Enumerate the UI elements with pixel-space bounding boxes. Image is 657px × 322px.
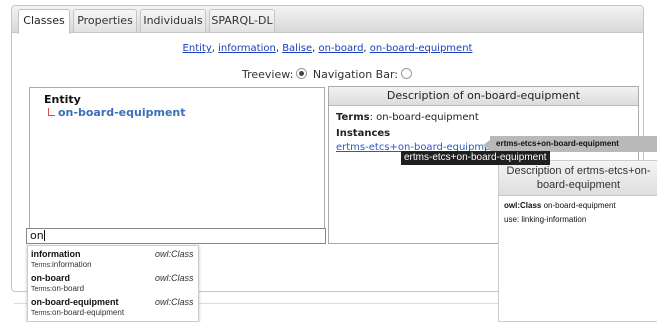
navbar-radio[interactable] [401, 68, 413, 79]
terms-value: information [52, 260, 92, 269]
autocomplete-item[interactable]: information owl:Class Terms:information [28, 246, 198, 270]
autocomplete-item-type: owl:Class [155, 297, 194, 307]
popup-class-label: owl:Class [504, 201, 542, 210]
class-tree-panel: Entity on-board-equipment [29, 87, 325, 239]
tab-properties[interactable]: Properties [73, 9, 137, 32]
class-search-input[interactable]: on [26, 228, 326, 244]
tree-root-entity[interactable]: Entity [44, 93, 81, 106]
terms-prefix: Terms: [31, 286, 52, 293]
terms-value: : on-board-equipment [369, 112, 479, 123]
tab-individuals[interactable]: Individuals [140, 9, 206, 32]
breadcrumb-entity[interactable]: Entity [183, 43, 212, 54]
terms-prefix: Terms: [31, 262, 52, 269]
tree-connector [48, 108, 55, 116]
tab-classes[interactable]: Classes [18, 9, 70, 34]
tab-sparql-dl[interactable]: SPARQL-DL [209, 9, 275, 32]
breadcrumb-balise[interactable]: Balise [282, 43, 312, 54]
terms-value: on-board-equipment [52, 308, 125, 317]
autocomplete-item-name: on-board-equipment [31, 297, 119, 307]
autocomplete-item-type: owl:Class [155, 273, 194, 283]
autocomplete-item-terms: Terms:information [31, 260, 92, 269]
autocomplete-item[interactable]: on-board-equipment owl:Class Terms:on-bo… [28, 294, 198, 318]
autocomplete-item-type: owl:Class [155, 249, 194, 259]
terms-value: on-board [52, 284, 85, 293]
tree-node-on-board-equipment[interactable]: on-board-equipment [58, 106, 186, 119]
description-terms: Terms: on-board-equipment [336, 112, 479, 123]
autocomplete-item-terms: Terms:on-board-equipment [31, 308, 124, 317]
hover-label: ertms-etcs+on-board-equipment [490, 136, 657, 152]
terms-label: Terms [336, 112, 370, 123]
treeview-radio[interactable] [296, 68, 308, 79]
description-title: Description of on-board-equipment [329, 87, 638, 106]
popup-title: Description of ertms-etcs+on-board-equip… [499, 161, 657, 196]
instances-heading: Instances [336, 128, 391, 139]
breadcrumb-on-board-equipment[interactable]: on-board-equipment [370, 43, 473, 54]
popup-class-value: on-board-equipment [541, 201, 616, 210]
popup-use-line: use: linking-information [504, 215, 587, 224]
autocomplete-dropdown: information owl:Class Terms:information … [27, 245, 199, 322]
text-caret [43, 230, 45, 241]
hover-label-arrow [483, 140, 490, 150]
search-input-value: on [30, 229, 44, 242]
terms-prefix: Terms: [31, 310, 52, 317]
autocomplete-item-terms: Terms:on-board [31, 284, 84, 293]
popup-class-line: owl:Class on-board-equipment [504, 201, 657, 210]
instance-description-popup: Description of ertms-etcs+on-board-equip… [498, 160, 657, 322]
breadcrumb-information[interactable]: information [218, 43, 276, 54]
autocomplete-item-name: information [31, 249, 81, 259]
breadcrumb: Entity, information, Balise, on-board, o… [12, 43, 643, 54]
autocomplete-item-name: on-board [31, 273, 70, 283]
breadcrumb-on-board[interactable]: on-board [318, 43, 363, 54]
link-tooltip: ertms-etcs+on-board-equipment [401, 151, 550, 165]
tab-bar: Classes Properties Individuals SPARQL-DL [12, 6, 643, 34]
navbar-label: Navigation Bar: [312, 68, 399, 81]
autocomplete-item[interactable]: on-board owl:Class Terms:on-board [28, 270, 198, 294]
treeview-label: Treeview: [242, 68, 294, 81]
view-toggle: Treeview: Navigation Bar: [242, 68, 422, 81]
